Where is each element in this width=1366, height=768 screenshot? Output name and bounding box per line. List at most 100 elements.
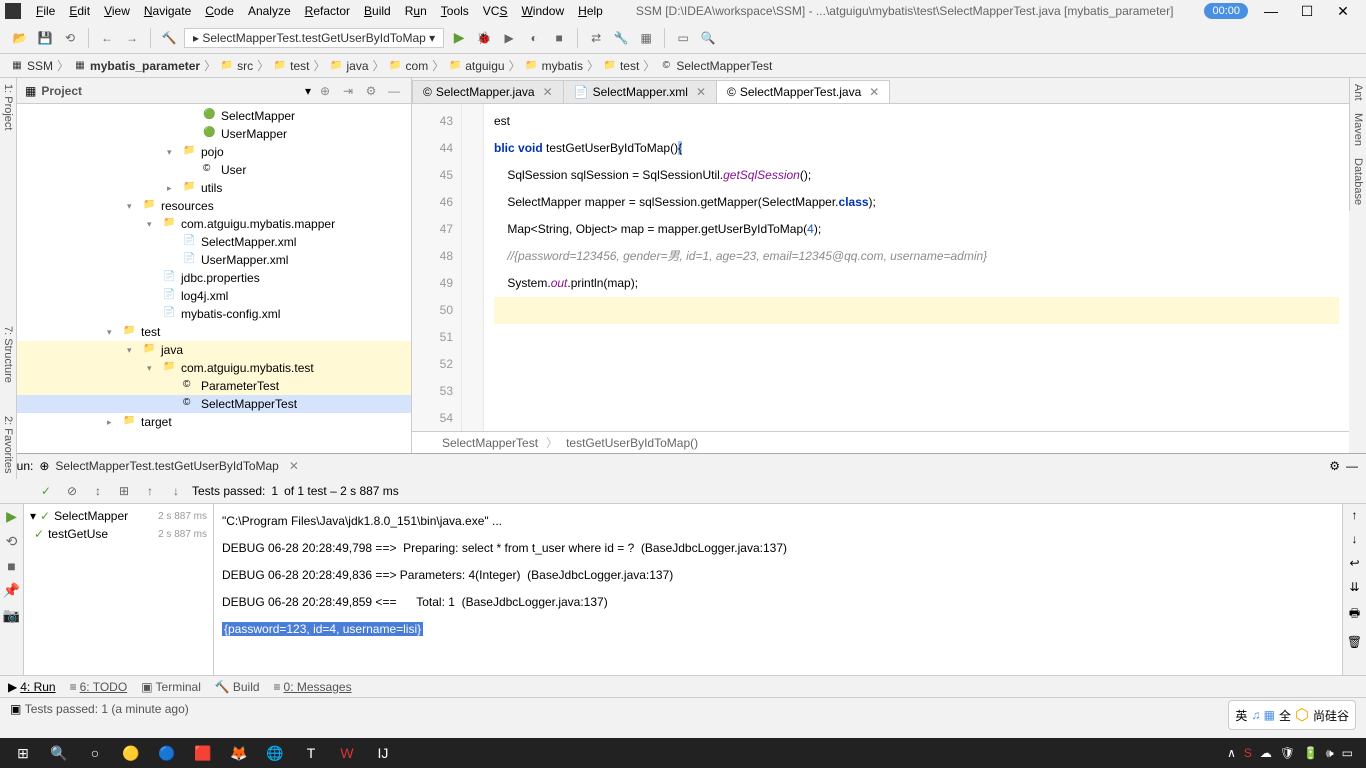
close-icon[interactable]: ✕ <box>696 85 706 99</box>
debug-icon[interactable]: 🐞 <box>474 28 494 48</box>
side-tab-structure[interactable]: 7: Structure <box>0 320 17 389</box>
app-icon[interactable]: W <box>329 739 365 767</box>
menu-navigate[interactable]: Navigate <box>137 4 198 18</box>
hide-icon[interactable]: — <box>1346 459 1358 473</box>
editor-tab[interactable]: 📄SelectMapper.xml✕ <box>563 80 717 103</box>
menu-refactor[interactable]: Refactor <box>298 4 357 18</box>
menu-run[interactable]: Run <box>398 4 434 18</box>
breadcrumb-class[interactable]: SelectMapperTest <box>442 436 538 450</box>
firefox-icon[interactable]: 🦊 <box>221 739 257 767</box>
menu-tools[interactable]: Tools <box>434 4 476 18</box>
run-icon[interactable]: ▶ <box>449 28 469 48</box>
bc-item[interactable]: ▦SSM <box>10 59 53 73</box>
bc-item[interactable]: 📁test <box>273 59 309 73</box>
editor-tab[interactable]: ©SelectMapper.java✕ <box>412 80 564 103</box>
breadcrumb-method[interactable]: testGetUserByIdToMap() <box>566 436 698 450</box>
tree-item[interactable]: 📄jdbc.properties <box>17 269 411 287</box>
filter-failed-icon[interactable]: ⊘ <box>62 484 82 498</box>
cortana-icon[interactable]: ○ <box>77 739 113 767</box>
intellij-icon[interactable]: IJ <box>365 739 401 767</box>
start-icon[interactable]: ⊞ <box>5 739 41 767</box>
tree-item[interactable]: ▾📁pojo <box>17 143 411 161</box>
check-icon[interactable]: ✓ <box>36 484 56 498</box>
hide-icon[interactable]: — <box>385 84 403 98</box>
hammer-icon[interactable]: 🔨 <box>159 28 179 48</box>
prev-icon[interactable]: ↑ <box>140 484 160 498</box>
camera-icon[interactable]: 📷 <box>3 607 20 624</box>
side-tab-database[interactable]: Database <box>1349 152 1366 211</box>
tree-item[interactable]: 📄SelectMapper.xml <box>17 233 411 251</box>
menu-build[interactable]: Build <box>357 4 398 18</box>
locate-icon[interactable]: ⊕ <box>316 84 334 98</box>
tree-item[interactable]: ▾📁test <box>17 323 411 341</box>
tab-todo[interactable]: ≡ 6: TODO <box>70 680 128 694</box>
code-editor[interactable]: 434445464748495051525354 estblic void te… <box>412 104 1349 431</box>
close-icon[interactable]: ✕ <box>289 459 299 473</box>
next-icon[interactable]: ↓ <box>166 484 186 498</box>
bc-item[interactable]: ©SelectMapperTest <box>659 59 772 73</box>
minimize-button[interactable]: — <box>1253 3 1289 19</box>
tree-item[interactable]: ©ParameterTest <box>17 377 411 395</box>
test-tree-item[interactable]: ▾✓SelectMapper2 s 887 ms <box>24 507 213 525</box>
menu-edit[interactable]: Edit <box>62 4 97 18</box>
run-config-selector[interactable]: ▸ SelectMapperTest.testGetUserByIdToMap … <box>184 28 444 48</box>
tree-item[interactable]: ©User <box>17 161 411 179</box>
code-content[interactable]: estblic void testGetUserByIdToMap(){ Sql… <box>484 104 1349 431</box>
tab-terminal[interactable]: ▣ Terminal <box>141 680 201 694</box>
collapse-icon[interactable]: ⇥ <box>339 84 357 98</box>
menu-window[interactable]: Window <box>514 4 571 18</box>
console-output[interactable]: "C:\Program Files\Java\jdk1.8.0_151\bin\… <box>214 504 1342 675</box>
tab-messages[interactable]: ≡ 0: Messages <box>274 680 352 694</box>
refresh-icon[interactable]: ⟲ <box>60 28 80 48</box>
close-icon[interactable]: ✕ <box>543 85 553 99</box>
tree-item[interactable]: ▾📁com.atguigu.mybatis.test <box>17 359 411 377</box>
gear-icon[interactable]: ⚙ <box>362 84 380 98</box>
menu-file[interactable]: File <box>29 4 62 18</box>
tree-item[interactable]: 📄UserMapper.xml <box>17 251 411 269</box>
menu-code[interactable]: Code <box>198 4 241 18</box>
expand-icon[interactable]: ▭ <box>673 28 693 48</box>
stop-icon[interactable]: ■ <box>7 558 15 574</box>
maximize-button[interactable]: ☐ <box>1289 3 1325 20</box>
rerun-failed-icon[interactable]: ⟲ <box>6 533 18 550</box>
search-icon[interactable]: 🔍 <box>41 739 77 767</box>
close-icon[interactable]: ✕ <box>869 85 879 99</box>
bc-item[interactable]: 📁java <box>329 59 368 73</box>
forward-icon[interactable]: → <box>122 28 142 48</box>
tree-item[interactable]: 🟢SelectMapper <box>17 107 411 125</box>
down-icon[interactable]: ↓ <box>1352 532 1358 546</box>
print-icon[interactable]: 🖶 <box>1349 604 1360 625</box>
tree-item[interactable]: 🟢UserMapper <box>17 125 411 143</box>
back-icon[interactable]: ← <box>97 28 117 48</box>
side-tab-maven[interactable]: Maven <box>1349 107 1366 152</box>
bc-item[interactable]: 📁atguigu <box>448 59 504 73</box>
tree-item[interactable]: 📄mybatis-config.xml <box>17 305 411 323</box>
vcs-icon[interactable]: ⇄ <box>586 28 606 48</box>
app-icon[interactable]: 🔵 <box>149 739 185 767</box>
save-icon[interactable]: 💾 <box>35 28 55 48</box>
bc-item[interactable]: 📁src <box>220 59 253 73</box>
open-icon[interactable]: 📂 <box>10 28 30 48</box>
tree-item[interactable]: ▾📁java <box>17 341 411 359</box>
search-icon[interactable]: 🔍 <box>698 28 718 48</box>
tree-item[interactable]: ▸📁utils <box>17 179 411 197</box>
status-icon[interactable]: ▣ <box>10 702 21 716</box>
tree-item[interactable]: ©SelectMapperTest <box>17 395 411 413</box>
menu-help[interactable]: Help <box>571 4 610 18</box>
gear-icon[interactable]: ⚙ <box>1329 459 1340 473</box>
menu-vcs[interactable]: VCS <box>476 4 515 18</box>
tree-item[interactable]: ▾📁com.atguigu.mybatis.mapper <box>17 215 411 233</box>
bc-item[interactable]: 📁mybatis <box>525 59 583 73</box>
dropdown-icon[interactable]: ▾ <box>305 84 311 98</box>
test-tree[interactable]: ▾✓SelectMapper2 s 887 ms✓testGetUse2 s 8… <box>24 504 214 675</box>
structure-icon[interactable]: ▦ <box>636 28 656 48</box>
app-icon[interactable]: T <box>293 739 329 767</box>
tab-build[interactable]: 🔨 Build <box>215 680 260 694</box>
bc-item[interactable]: ▦mybatis_parameter <box>73 59 200 73</box>
pin-icon[interactable]: 📌 <box>3 582 20 599</box>
wrap-icon[interactable]: ↩ <box>1349 556 1359 570</box>
expand-all-icon[interactable]: ⊞ <box>114 484 134 498</box>
tree-item[interactable]: ▾📁resources <box>17 197 411 215</box>
bc-item[interactable]: 📁test <box>603 59 639 73</box>
coverage-icon[interactable]: ▶ <box>499 28 519 48</box>
